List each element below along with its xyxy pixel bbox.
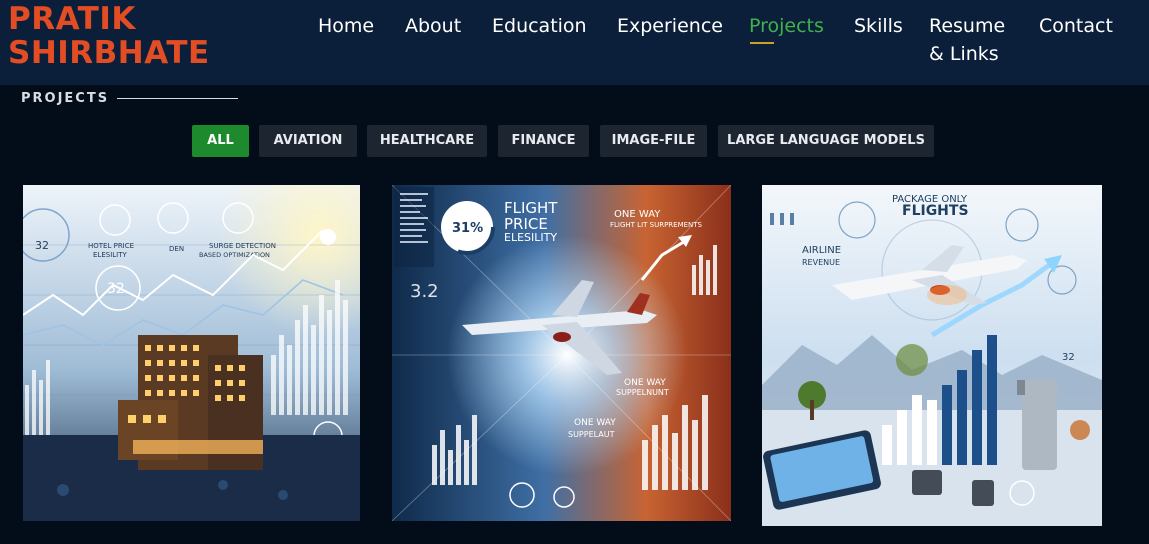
svg-text:31%: 31% — [452, 221, 483, 236]
svg-text:DEN: DEN — [169, 245, 184, 253]
nav-skills[interactable]: Skills — [854, 13, 903, 40]
site-header: PRATIK SHIRBHATE Home About Education Ex… — [0, 0, 1149, 85]
nav-contact[interactable]: Contact — [1039, 13, 1113, 40]
filter-all[interactable]: ALL — [192, 125, 249, 157]
filter-aviation[interactable]: AVIATION — [259, 125, 357, 157]
svg-text:HOTEL PRICE: HOTEL PRICE — [88, 242, 134, 250]
section-title: PROJECTS — [21, 91, 110, 106]
svg-text:3.2: 3.2 — [410, 281, 439, 302]
svg-text:ELESILITY: ELESILITY — [93, 251, 127, 259]
svg-text:32: 32 — [35, 239, 49, 252]
hotel-analytics-illustration: 32 32 HOTEL PRICE ELESILITY DEN SURGE DE… — [23, 185, 360, 521]
svg-text:REVENUE: REVENUE — [802, 258, 840, 267]
svg-text:FLIGHTS: FLIGHTS — [902, 203, 969, 219]
svg-text:AIRLINE: AIRLINE — [802, 245, 841, 256]
svg-text:SUPPELAUT: SUPPELAUT — [568, 430, 615, 439]
svg-text:FLIGHT LIT SURPREMENTS: FLIGHT LIT SURPREMENTS — [610, 221, 703, 229]
svg-text:ONE WAY: ONE WAY — [624, 378, 666, 388]
project-card-package-flights[interactable]: PACKAGE ONLY FLIGHTS AIRLINE REVENUE 32 — [762, 185, 1102, 526]
flight-price-illustration: 31% FLIGHT PRICE ELESILITY ONE WAY FLIGH… — [392, 185, 731, 521]
section-title-rule — [117, 98, 238, 99]
svg-text:SURGE DETECTION: SURGE DETECTION — [209, 242, 276, 250]
filter-image-file[interactable]: IMAGE-FILE — [600, 125, 707, 157]
filter-large-language-models[interactable]: LARGE LANGUAGE MODELS — [718, 125, 934, 157]
nav-experience[interactable]: Experience — [617, 13, 723, 40]
filter-finance[interactable]: FINANCE — [498, 125, 589, 157]
nav-projects[interactable]: Projects — [749, 13, 824, 40]
project-card-flight-price[interactable]: 31% FLIGHT PRICE ELESILITY ONE WAY FLIGH… — [392, 185, 731, 521]
svg-text:SUPPELNUNT: SUPPELNUNT — [616, 388, 669, 397]
nav-about[interactable]: About — [405, 13, 461, 40]
nav-education[interactable]: Education — [492, 13, 587, 40]
main-nav: Home About Education Experience Projects… — [0, 12, 1149, 72]
nav-resume[interactable]: Resume — [929, 13, 1005, 40]
svg-text:ELESILITY: ELESILITY — [504, 231, 557, 244]
nav-resume-links[interactable]: & Links — [929, 41, 999, 68]
package-flights-illustration: PACKAGE ONLY FLIGHTS AIRLINE REVENUE 32 — [762, 185, 1102, 526]
svg-text:32: 32 — [1062, 352, 1075, 363]
svg-text:ONE WAY: ONE WAY — [574, 418, 616, 428]
nav-active-indicator — [750, 42, 774, 44]
project-card-hotel[interactable]: 32 32 HOTEL PRICE ELESILITY DEN SURGE DE… — [23, 185, 360, 521]
nav-home[interactable]: Home — [318, 13, 374, 40]
filter-healthcare[interactable]: HEALTHCARE — [367, 125, 487, 157]
svg-text:ONE WAY: ONE WAY — [614, 209, 661, 220]
